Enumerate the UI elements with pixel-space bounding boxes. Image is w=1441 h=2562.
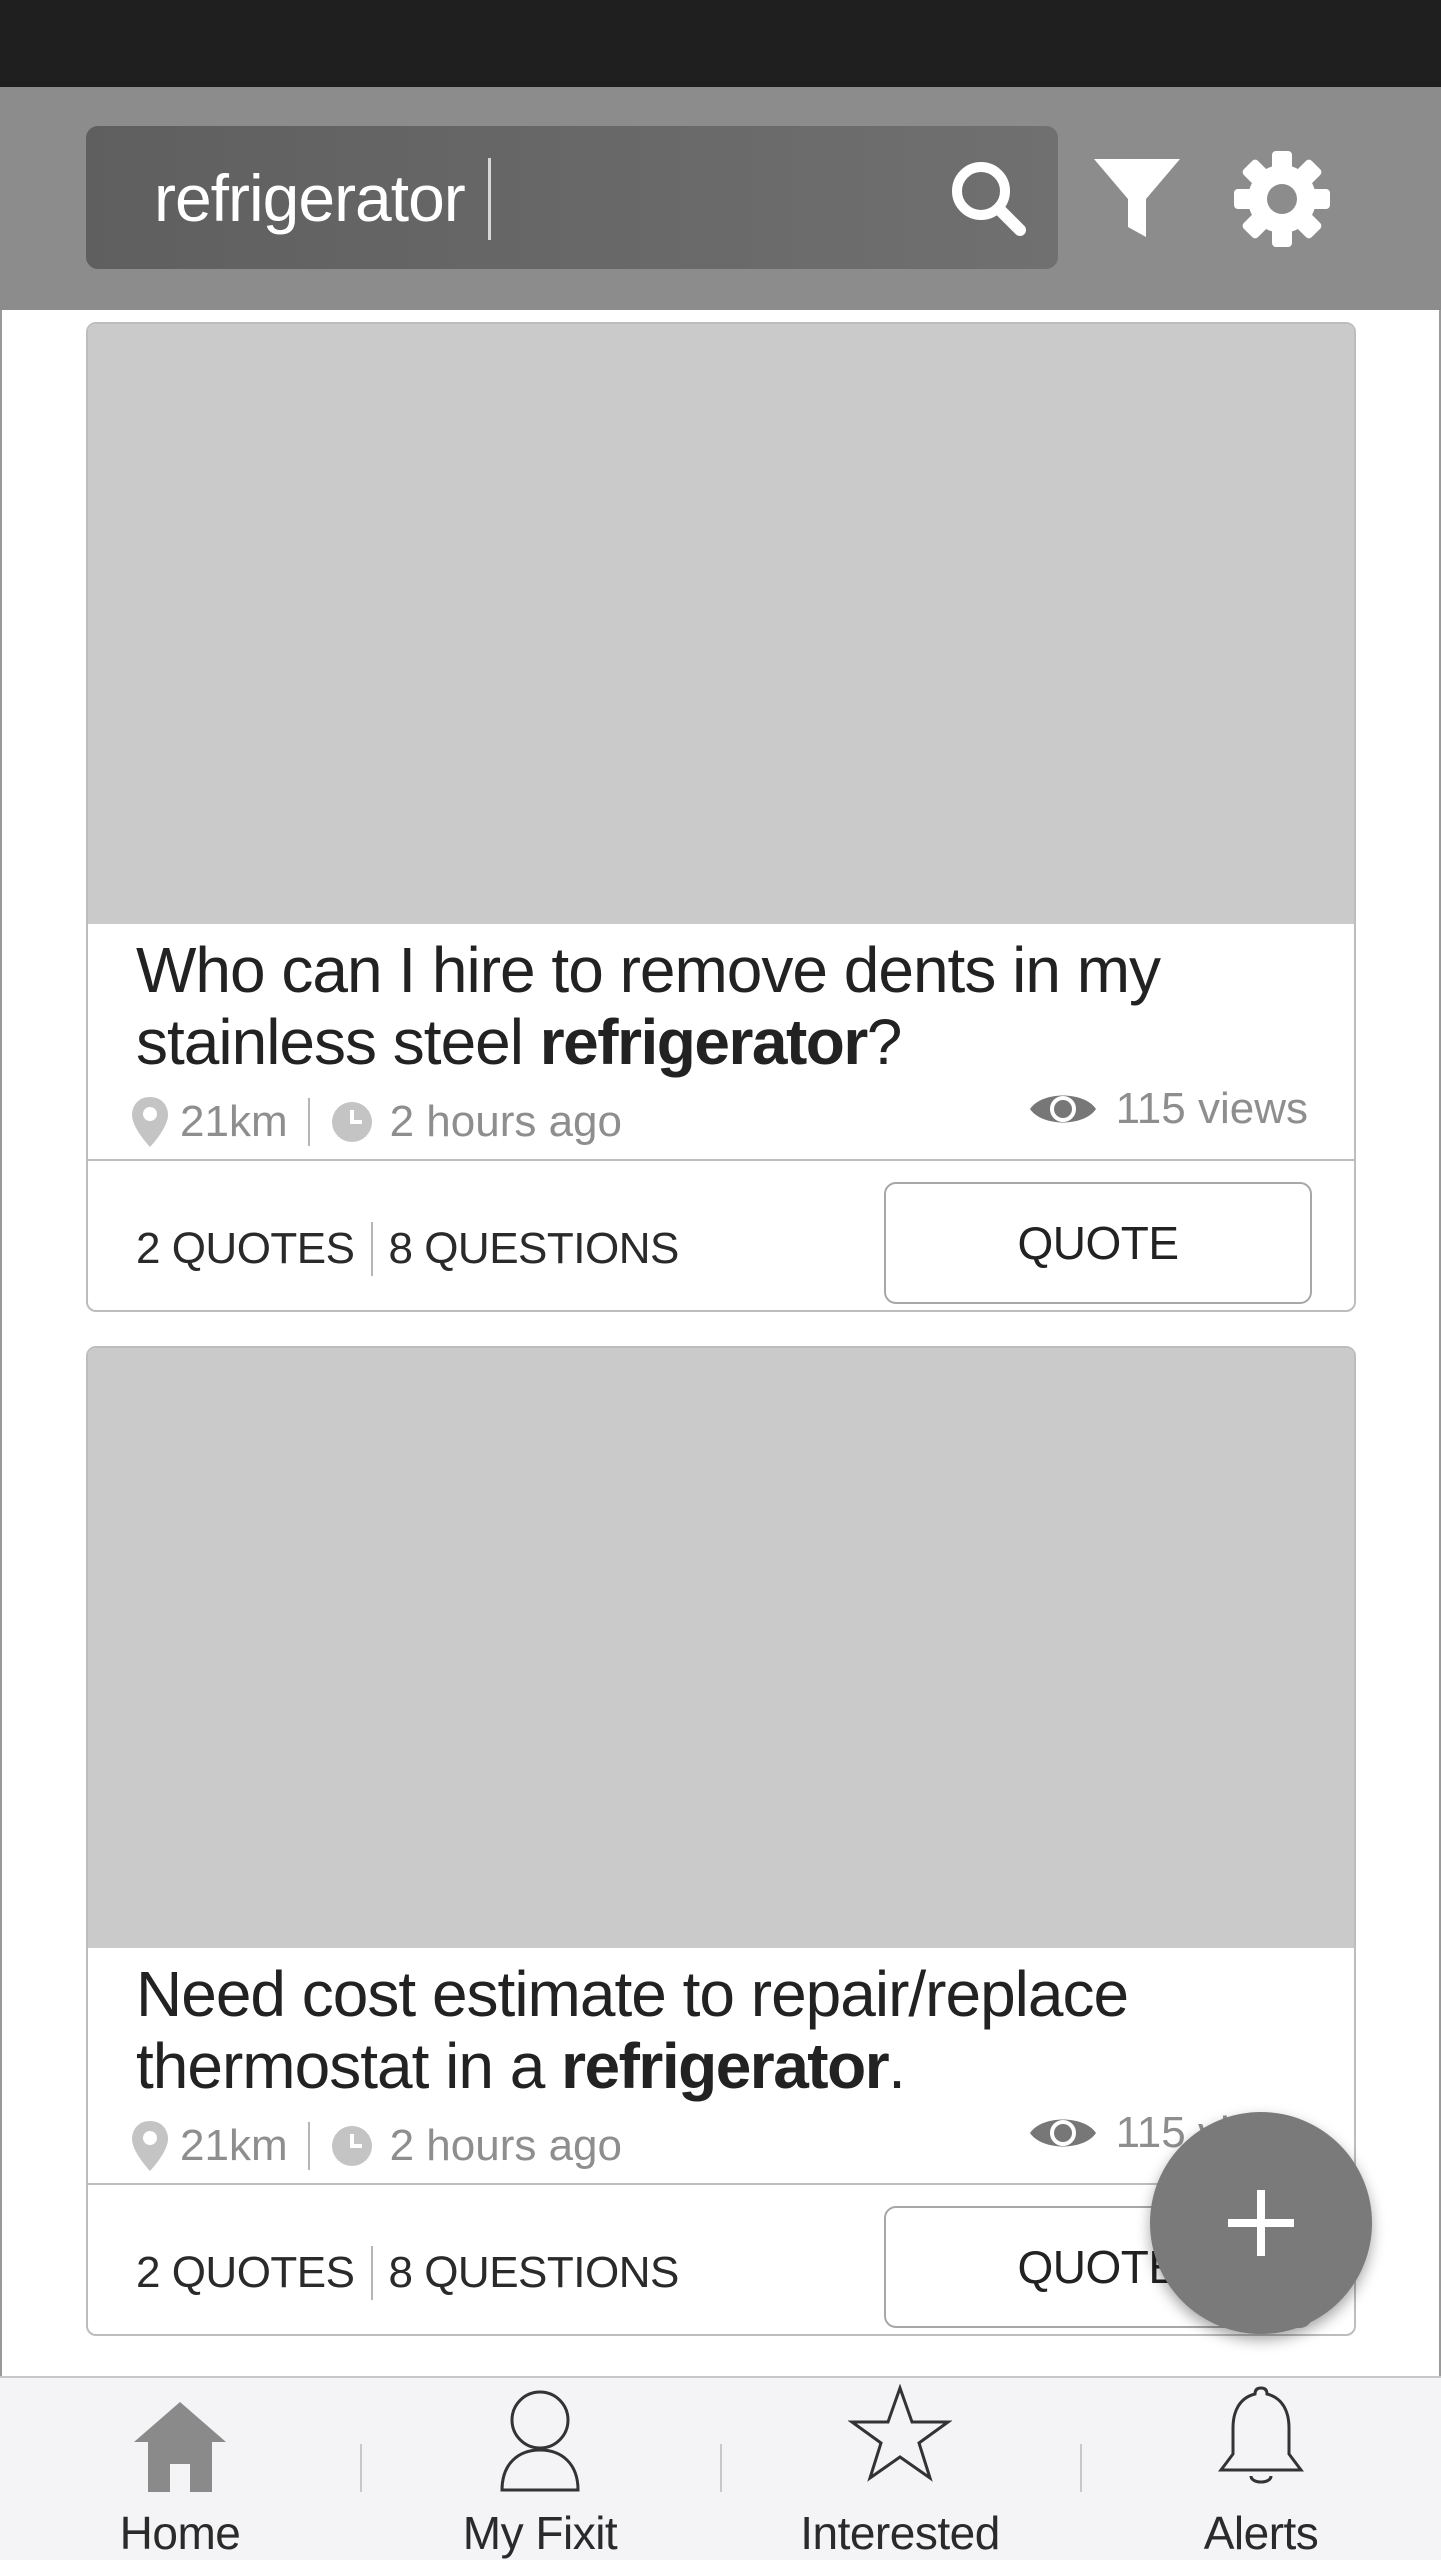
nav-home[interactable]: Home — [0, 2378, 360, 2562]
star-icon — [848, 2384, 952, 2482]
eye-icon — [1029, 1095, 1096, 1123]
questions-count[interactable]: 8 QUESTIONS — [389, 2248, 680, 2298]
add-job-button[interactable] — [1150, 2112, 1372, 2334]
job-distance: 21km — [180, 2121, 288, 2170]
job-posted-time: 2 hours ago — [389, 2121, 622, 2170]
job-image-placeholder — [88, 324, 1354, 924]
job-counts: 2 QUOTES 8 QUESTIONS — [136, 2243, 679, 2303]
search-icon[interactable] — [948, 158, 1028, 238]
job-counts: 2 QUOTES 8 QUESTIONS — [136, 1219, 679, 1279]
job-distance: 21km — [180, 1097, 288, 1146]
nav-label: Alerts — [1203, 2507, 1319, 2559]
search-query: refrigerator — [154, 161, 466, 235]
quote-button[interactable]: QUOTE — [884, 1182, 1312, 1304]
meta-divider — [307, 2122, 310, 2170]
clock-icon — [331, 1102, 372, 1142]
nav-alerts[interactable]: Alerts — [1081, 2378, 1441, 2562]
location-pin-icon — [132, 2121, 168, 2171]
person-icon — [500, 2390, 580, 2492]
job-card[interactable]: Who can I hire to remove dents in my sta… — [86, 322, 1356, 1312]
job-meta: 21km 2 hours ago — [130, 1092, 622, 1152]
job-meta: 21km 2 hours ago — [130, 2116, 622, 2176]
search-input[interactable]: refrigerator — [86, 126, 1058, 269]
counts-divider — [370, 2246, 373, 2300]
clock-icon — [331, 2126, 372, 2166]
views-text: 115 views — [1115, 1084, 1308, 1133]
job-title: Need cost estimate to repair/replace the… — [136, 1958, 1129, 2102]
card-divider — [88, 1159, 1354, 1161]
nav-label: My Fixit — [462, 2507, 618, 2559]
quotes-count[interactable]: 2 QUOTES — [136, 2248, 355, 2298]
text-caret — [488, 158, 491, 240]
view-count: 115 views — [1028, 1079, 1308, 1139]
home-icon — [134, 2402, 226, 2492]
filter-icon[interactable] — [1092, 157, 1182, 241]
counts-divider — [370, 1222, 373, 1276]
eye-icon — [1029, 2119, 1096, 2147]
bottom-nav: Home My Fixit Interested Alerts — [0, 2376, 1441, 2560]
plus-icon — [1228, 2190, 1294, 2256]
job-posted-time: 2 hours ago — [389, 1097, 622, 1146]
bell-icon — [1218, 2386, 1304, 2484]
job-image-placeholder — [88, 1348, 1354, 1948]
nav-interested[interactable]: Interested — [720, 2378, 1080, 2562]
job-title: Who can I hire to remove dents in my sta… — [136, 934, 1161, 1078]
nav-my-fixit[interactable]: My Fixit — [360, 2378, 720, 2562]
nav-label: Home — [119, 2507, 241, 2559]
status-bar — [0, 0, 1441, 87]
top-bar: refrigerator — [0, 87, 1441, 310]
quotes-count[interactable]: 2 QUOTES — [136, 1224, 355, 1274]
gear-icon[interactable] — [1232, 149, 1332, 249]
meta-divider — [307, 1098, 310, 1146]
location-pin-icon — [132, 1097, 168, 1147]
nav-label: Interested — [800, 2507, 1000, 2559]
questions-count[interactable]: 8 QUESTIONS — [389, 1224, 680, 1274]
